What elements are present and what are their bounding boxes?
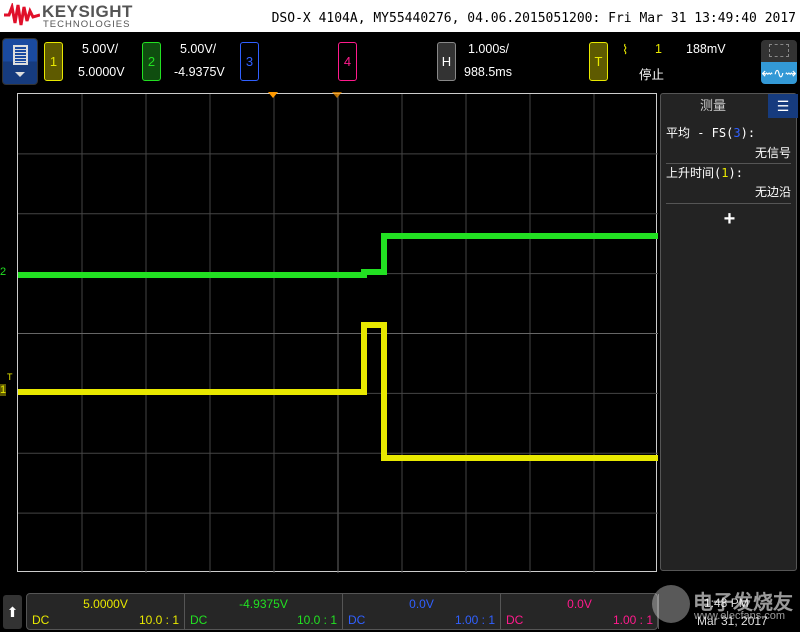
time-scale: 1.000s/: [468, 42, 510, 56]
ch1-scale: 5.00V/: [82, 42, 119, 56]
instrument-title: DSO-X 4104A, MY55440276, 04.06.201505120…: [271, 11, 796, 26]
measure-2-value: 无边沿: [754, 185, 791, 199]
channel-3-button[interactable]: 3: [240, 42, 259, 81]
channel-2-button[interactable]: 2: [142, 42, 161, 81]
channel-offset: 0.0V: [567, 597, 592, 611]
coupling: DC: [190, 613, 208, 627]
probe-ratio: 1.00 : 1: [454, 613, 495, 627]
time-reference-marker-icon: [332, 92, 342, 98]
expand-up-button[interactable]: ⬆: [3, 595, 22, 629]
trigger-level: 188mV: [686, 42, 726, 56]
keysight-logo-icon: [4, 3, 40, 26]
channel-offset: 0.0V: [409, 597, 434, 611]
channel-4-status[interactable]: 0.0V DC 1.00 : 1: [501, 594, 659, 629]
trigger-button[interactable]: T: [589, 42, 608, 81]
coupling: DC: [32, 613, 50, 627]
ch1-ground-marker[interactable]: 1: [0, 384, 7, 396]
measure-1-label: 平均 - FS(3):: [666, 126, 756, 140]
ch2-scale: 5.00V/: [180, 42, 217, 56]
coupling: DC: [348, 613, 366, 627]
probe-ratio: 10.0 : 1: [296, 613, 337, 627]
ch2-ground-marker[interactable]: 2: [0, 266, 6, 278]
channel-1-button[interactable]: 1: [44, 42, 63, 81]
time-delay: 988.5ms: [464, 65, 512, 79]
run-status: 停止: [639, 68, 665, 82]
brand-sub: TECHNOLOGIES: [43, 19, 131, 30]
main-menu-button[interactable]: [2, 38, 38, 85]
channel-1-status[interactable]: 5.0000V DC 10.0 : 1: [27, 594, 185, 629]
falling-edge-icon: ⌇: [622, 42, 629, 57]
trigger-level-marker[interactable]: T: [7, 372, 13, 382]
ch2-offset: -4.9375V: [174, 65, 225, 79]
trigger-source: 1: [655, 42, 662, 56]
probe-ratio: 1.00 : 1: [612, 613, 653, 627]
channel-status-bar: 5.0000V DC 10.0 : 1 -4.9375V DC 10.0 : 1 0.0V D…: [26, 593, 659, 630]
probe-ratio: 10.0 : 1: [138, 613, 179, 627]
watermark-logo-icon: [652, 585, 690, 623]
channel-2-status[interactable]: -4.9375V DC 10.0 : 1: [185, 594, 343, 629]
channel-offset: 5.0000V: [83, 597, 128, 611]
zoom-box-button[interactable]: [761, 40, 797, 62]
waveform-display[interactable]: [17, 93, 658, 573]
coupling: DC: [506, 613, 524, 627]
add-measurement-button[interactable]: +: [661, 208, 798, 231]
horizontal-button[interactable]: H: [437, 42, 456, 81]
measure-2-label: 上升时间(1):: [666, 166, 743, 180]
ch1-offset: 5.0000V: [78, 65, 125, 79]
chevron-down-icon: [15, 72, 25, 77]
trigger-position-marker-icon[interactable]: [268, 92, 278, 98]
measure-tab[interactable]: 测量: [661, 94, 765, 118]
waveform-icon: ⇜∿⇝: [761, 65, 797, 81]
list-icon: ☰: [776, 98, 790, 114]
measurement-panel: 测量 ☰ 平均 - FS(3): 无信号 上升时间(1): 无边沿 +: [660, 93, 798, 571]
channel-3-status[interactable]: 0.0V DC 1.00 : 1: [343, 594, 501, 629]
graticule: [18, 94, 658, 573]
title-bar: KEYSIGHT TECHNOLOGIES DSO-X 4104A, MY554…: [0, 0, 800, 32]
auto-scale-button[interactable]: ⇜∿⇝: [761, 62, 797, 84]
channel-offset: -4.9375V: [239, 597, 288, 611]
channel-4-button[interactable]: 4: [338, 42, 357, 81]
menu-icon: [13, 45, 28, 65]
arrow-up-icon: ⬆: [6, 604, 19, 620]
panel-menu-button[interactable]: ☰: [768, 94, 798, 118]
watermark-url: www.elecfans.com: [694, 610, 786, 622]
zoom-box-icon: [769, 44, 789, 57]
measure-1-value: 无信号: [754, 146, 791, 160]
